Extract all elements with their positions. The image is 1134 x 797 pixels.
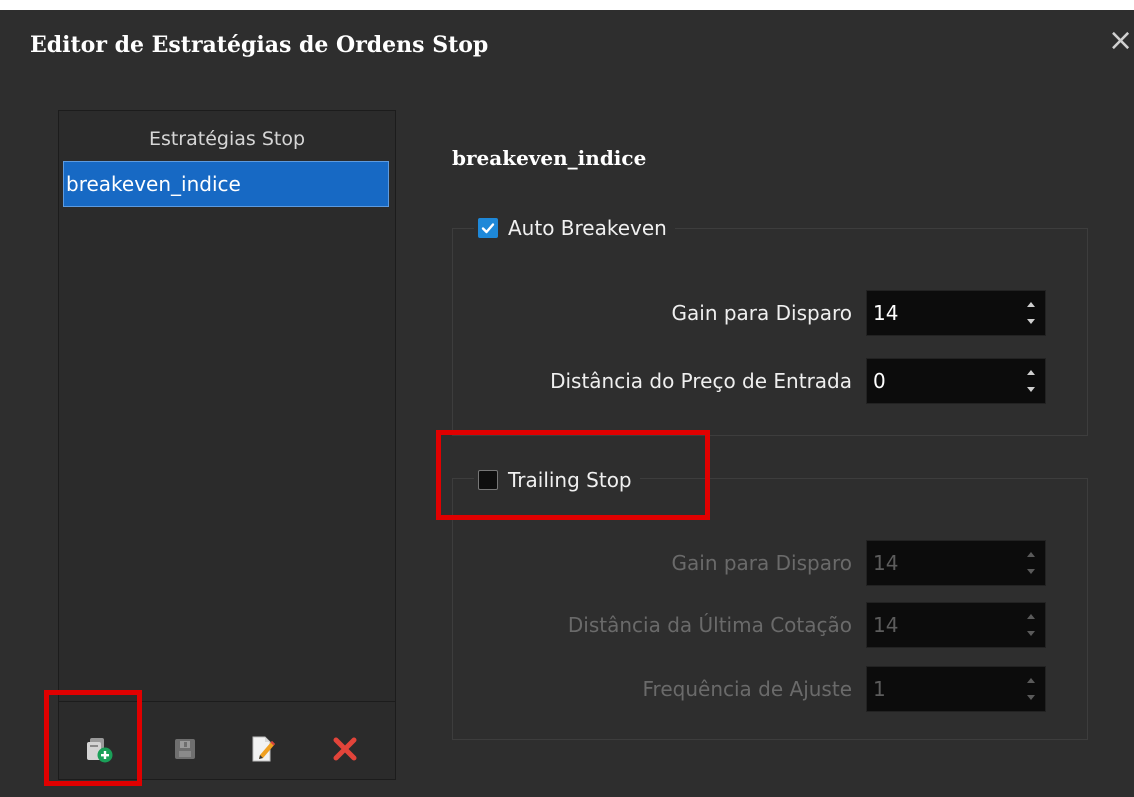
- spin-arrows-icon[interactable]: [1025, 547, 1037, 579]
- strategy-list-header: Estratégias Stop: [148, 128, 306, 150]
- trailing-distance-value[interactable]: 14: [873, 603, 898, 647]
- spin-arrows-icon[interactable]: [1025, 673, 1037, 705]
- add-strategy-icon: [87, 738, 113, 763]
- checkmark-icon: [481, 223, 495, 234]
- auto-breakeven-checkbox[interactable]: [478, 218, 498, 238]
- stop-strategy-editor-window: Editor de Estratégias de Ordens Stop × E…: [0, 10, 1134, 797]
- add-strategy-button[interactable]: [81, 731, 117, 767]
- save-strategy-button[interactable]: [167, 731, 203, 767]
- breakeven-gain-value[interactable]: 14: [873, 291, 898, 335]
- breakeven-gain-stepper[interactable]: 14: [866, 290, 1046, 336]
- strategy-list-item[interactable]: breakeven_indice: [63, 161, 389, 207]
- spin-arrows-icon[interactable]: [1025, 297, 1037, 329]
- breakeven-distance-stepper[interactable]: 0: [866, 358, 1046, 404]
- edit-icon: [252, 736, 275, 762]
- edit-strategy-button[interactable]: [245, 731, 281, 767]
- trailing-gain-label: Gain para Disparo: [671, 551, 852, 575]
- delete-strategy-button[interactable]: [327, 731, 363, 767]
- trailing-distance-stepper[interactable]: 14: [866, 602, 1046, 648]
- breakeven-gain-label: Gain para Disparo: [671, 301, 852, 325]
- trailing-distance-label: Distância da Última Cotação: [567, 613, 852, 637]
- breakeven-distance-label: Distância do Preço de Entrada: [550, 369, 852, 393]
- list-toolbar-divider: [59, 701, 395, 702]
- trailing-stop-checkbox[interactable]: [478, 470, 498, 490]
- save-icon: [175, 739, 195, 759]
- adjust-frequency-stepper[interactable]: 1: [866, 666, 1046, 712]
- auto-breakeven-label: Auto Breakeven: [508, 216, 667, 240]
- spin-arrows-icon[interactable]: [1025, 365, 1037, 397]
- strategy-name-heading: breakeven_indice: [452, 146, 647, 170]
- delete-icon: [333, 737, 357, 761]
- strategy-list-panel: Estratégias Stop breakeven_indice: [58, 110, 396, 780]
- close-icon[interactable]: ×: [1108, 26, 1133, 56]
- adjust-frequency-value[interactable]: 1: [873, 667, 886, 711]
- trailing-stop-legend: Trailing Stop: [474, 464, 640, 496]
- spin-arrows-icon[interactable]: [1025, 609, 1037, 641]
- breakeven-distance-value[interactable]: 0: [873, 359, 886, 403]
- auto-breakeven-legend: Auto Breakeven: [474, 212, 675, 244]
- window-title: Editor de Estratégias de Ordens Stop: [30, 32, 489, 58]
- trailing-gain-value[interactable]: 14: [873, 541, 898, 585]
- trailing-stop-label: Trailing Stop: [508, 468, 632, 492]
- trailing-gain-stepper[interactable]: 14: [866, 540, 1046, 586]
- adjust-frequency-label: Frequência de Ajuste: [642, 677, 853, 701]
- title-bar: Editor de Estratégias de Ordens Stop ×: [0, 10, 1134, 78]
